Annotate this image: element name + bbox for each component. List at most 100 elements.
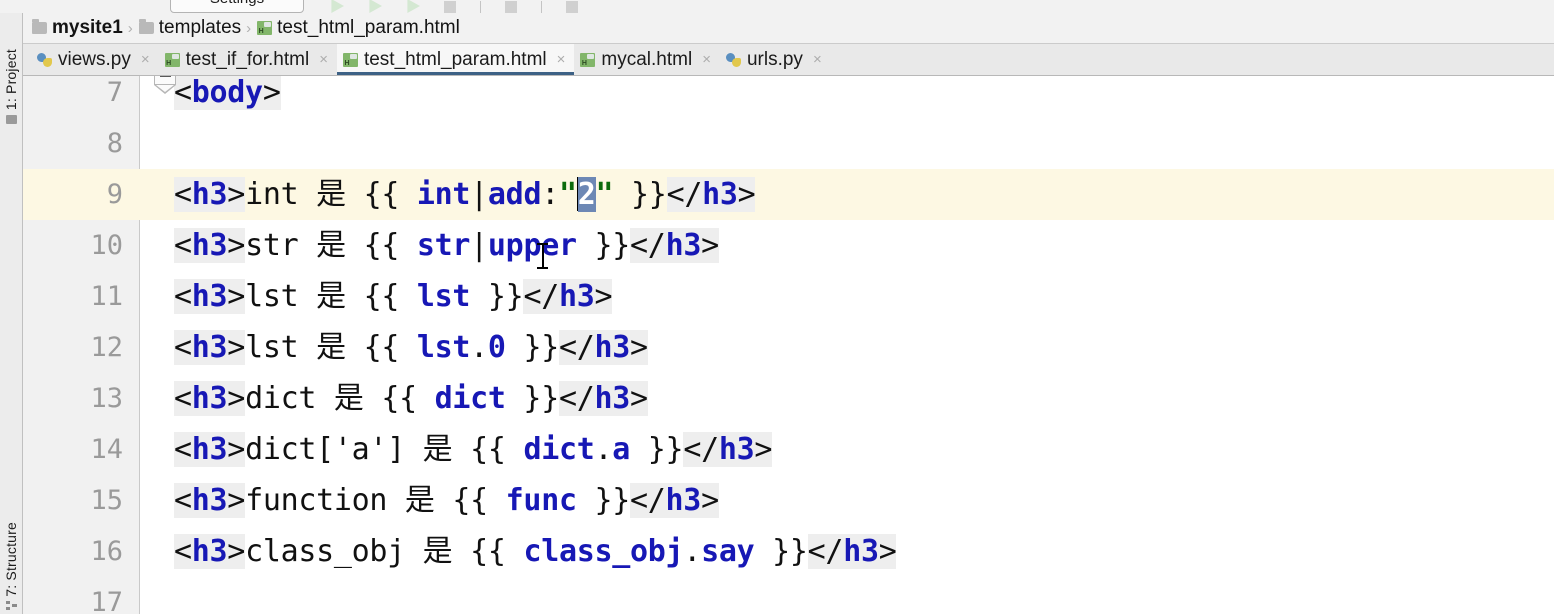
code-token: > [630,330,648,365]
code-token: | [470,177,488,212]
line-number: 9 [106,179,123,210]
line-number: 12 [90,332,123,363]
code-token: func [505,483,577,518]
editor-tab-label: views.py [58,48,131,70]
editor-line-8[interactable]: 8 [23,118,1554,169]
code-token: < [174,228,192,263]
code-fold-marker[interactable] [154,76,176,94]
breadcrumb-item-mysite1[interactable]: mysite1 [32,17,123,39]
selected-text: 2 [577,177,596,212]
editor-line-13[interactable]: 13 <h3>dict 是 {{ dict }}</h3> [23,373,1554,424]
close-icon[interactable]: × [557,52,566,67]
code-token: h3 [191,228,228,263]
editor-line-16[interactable]: 16 <h3>class_obj 是 {{ class_obj.say }}</h… [23,526,1554,577]
close-icon[interactable]: × [319,52,328,67]
code-token: h3 [594,381,631,416]
vcs-update-icon[interactable] [505,1,517,13]
code-token: }} [576,228,631,263]
run-coverage-icon[interactable] [407,0,420,13]
line-content: <h3>lst 是 {{ lst }}</h3> [174,271,613,322]
code-token: h3 [191,279,228,314]
structure-icon [5,601,17,610]
search-everywhere-icon[interactable] [566,1,578,13]
line-content: <h3>int 是 {{ int|add:"2" }}</h3> [174,169,756,220]
editor-tab-label: mycal.html [601,48,693,70]
code-token: }} [505,381,559,416]
line-content: <h3>str 是 {{ str|upper }}</h3> [174,220,719,271]
breadcrumb-separator: › [127,19,133,37]
code-token: > [227,432,246,467]
run-icon[interactable] [331,0,344,13]
line-content: <h3>dict['a'] 是 {{ dict.a }}</h3> [174,424,772,475]
left-tool-window-stripe: 1: Project 7: Structure [0,13,23,614]
code-editor[interactable]: 7 <body> 8 9 <h3>int 是 {{ int|add:"2" }}</h3… [23,76,1554,614]
code-token: }} [576,483,631,518]
code-token: > [737,177,756,212]
html-file-icon [342,52,358,67]
editor-line-14[interactable]: 14 <h3>dict['a'] 是 {{ dict.a }}</h3> [23,424,1554,475]
code-token: dict [523,432,595,467]
debug-icon[interactable] [369,0,382,13]
sidebar-item-project[interactable]: 1: Project [1,49,21,125]
line-number: 15 [90,485,123,516]
code-token: say [701,534,755,569]
code-token: int [416,177,471,212]
code-token: h3 [191,483,228,518]
code-token: }} [505,330,559,365]
code-token: dict['a'] 是 {{ [245,432,524,467]
line-number: 17 [90,587,123,614]
code-token: > [701,228,719,263]
toolbar-icon-group [330,0,578,13]
python-file-icon [725,52,741,67]
code-token: </ [558,381,595,416]
code-token: < [174,534,192,569]
code-token: 0 [487,330,506,365]
close-icon[interactable]: × [141,52,150,67]
sidebar-item-structure[interactable]: 7: Structure [1,522,21,610]
editor-line-10[interactable]: 10 <h3>str 是 {{ str|upper }}</h3> [23,220,1554,271]
python-file-icon [37,52,52,67]
line-content: <h3>lst 是 {{ lst.0 }}</h3> [174,322,648,373]
breadcrumb-item-label: templates [158,17,242,38]
code-token: < [174,177,192,212]
settings-button[interactable]: Settings [170,0,304,13]
close-icon[interactable]: × [702,52,711,67]
code-token: h3 [843,534,879,569]
editor-line-7[interactable]: 7 <body> [23,76,1554,118]
editor-tab-test-if-for-html[interactable]: test_if_for.html × [159,44,337,75]
editor-tab-urls-py[interactable]: urls.py × [720,44,831,75]
code-token: </ [630,228,666,263]
editor-tab-views-py[interactable]: views.py × [31,44,159,75]
code-token: . [594,432,613,467]
line-number: 13 [90,383,123,414]
editor-line-12[interactable]: 12 <h3>lst 是 {{ lst.0 }}</h3> [23,322,1554,373]
editor-tab-label: urls.py [746,48,803,70]
line-number: 8 [106,128,123,159]
code-token: < [174,432,192,467]
code-token: a [612,432,631,467]
code-token: </ [558,330,595,365]
code-token: h3 [191,534,228,569]
code-token: </ [807,534,844,569]
code-token: h3 [665,228,702,263]
breadcrumb-item-templates[interactable]: templates [138,17,242,39]
editor-line-11[interactable]: 11 <h3>lst 是 {{ lst }}</h3> [23,271,1554,322]
code-token: lst [416,330,471,365]
code-token: lst 是 {{ [245,279,417,314]
close-icon[interactable]: × [813,52,822,67]
editor-tab-test-html-param-html[interactable]: test_html_param.html × [336,44,575,75]
html-file-icon [257,21,273,35]
code-token: < [174,330,192,365]
stop-icon[interactable] [444,1,456,13]
code-token: </ [683,432,719,467]
editor-tab-mycal-html[interactable]: mycal.html × [574,44,720,75]
editor-line-15[interactable]: 15 <h3>function 是 {{ func }}</h3> [23,475,1554,526]
editor-line-17[interactable]: 17 [23,577,1554,614]
line-content: <h3>class_obj 是 {{ class_obj.say }}</h3> [174,526,897,577]
code-token: </ [523,279,559,314]
code-token: " [595,177,614,212]
breadcrumb-item-test-html-param-html[interactable]: test_html_param.html [257,17,460,39]
editor-line-9[interactable]: 9 <h3>int 是 {{ int|add:"2" }}</h3> [23,169,1554,220]
code-token: h3 [718,432,755,467]
code-token: str [416,228,471,263]
